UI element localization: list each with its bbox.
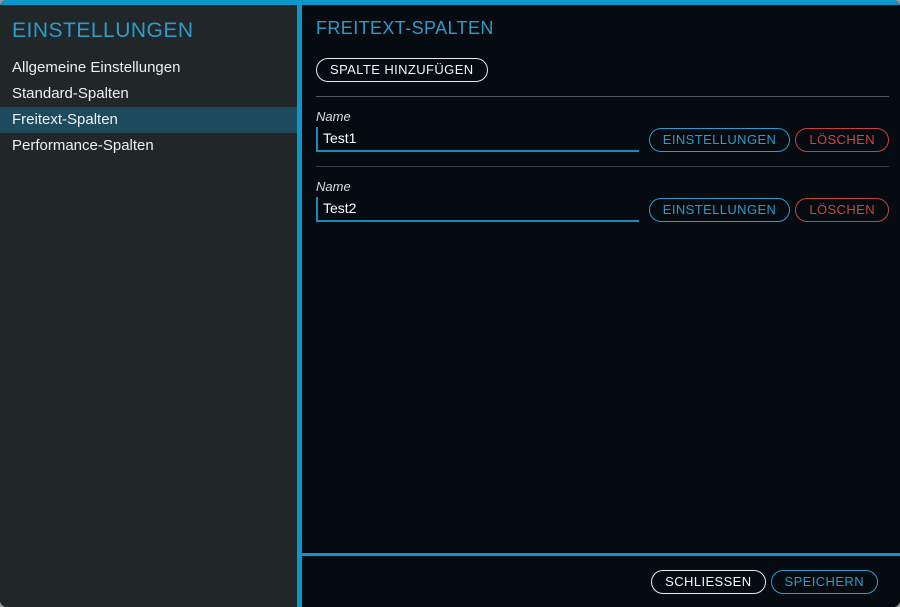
field-label: Name (316, 179, 889, 194)
row-buttons: EINSTELLUNGEN LÖSCHEN (649, 128, 889, 152)
column-row: Name EINSTELLUNGEN LÖSCHEN (316, 167, 889, 222)
sidebar-title: EINSTELLUNGEN (0, 17, 297, 43)
footer: SCHLIESSEN SPEICHERN (302, 553, 900, 607)
delete-button[interactable]: LÖSCHEN (795, 128, 889, 152)
settings-button[interactable]: EINSTELLUNGEN (649, 128, 791, 152)
sidebar: EINSTELLUNGEN Allgemeine Einstellungen S… (0, 5, 297, 607)
save-button[interactable]: SPEICHERN (771, 570, 878, 594)
name-input[interactable] (318, 127, 639, 150)
field-label: Name (316, 109, 889, 124)
sidebar-item-standard-spalten[interactable]: Standard-Spalten (0, 81, 297, 107)
name-input[interactable] (318, 197, 639, 220)
sidebar-item-allgemeine-einstellungen[interactable]: Allgemeine Einstellungen (0, 55, 297, 81)
close-button[interactable]: SCHLIESSEN (651, 570, 765, 594)
main-panel: FREITEXT-SPALTEN SPALTE HINZUFÜGEN Name … (302, 5, 900, 607)
delete-button[interactable]: LÖSCHEN (795, 198, 889, 222)
sidebar-item-freitext-spalten[interactable]: Freitext-Spalten (0, 107, 297, 133)
name-input-wrap (316, 127, 639, 152)
settings-dialog: EINSTELLUNGEN Allgemeine Einstellungen S… (0, 0, 900, 607)
row-buttons: EINSTELLUNGEN LÖSCHEN (649, 198, 889, 222)
dialog-body: EINSTELLUNGEN Allgemeine Einstellungen S… (0, 5, 900, 607)
page-title: FREITEXT-SPALTEN (316, 18, 889, 39)
sidebar-item-performance-spalten[interactable]: Performance-Spalten (0, 133, 297, 159)
settings-button[interactable]: EINSTELLUNGEN (649, 198, 791, 222)
name-input-wrap (316, 197, 639, 222)
main-content: FREITEXT-SPALTEN SPALTE HINZUFÜGEN Name … (302, 5, 900, 553)
column-row: Name EINSTELLUNGEN LÖSCHEN (316, 97, 889, 152)
add-column-button[interactable]: SPALTE HINZUFÜGEN (316, 58, 488, 82)
